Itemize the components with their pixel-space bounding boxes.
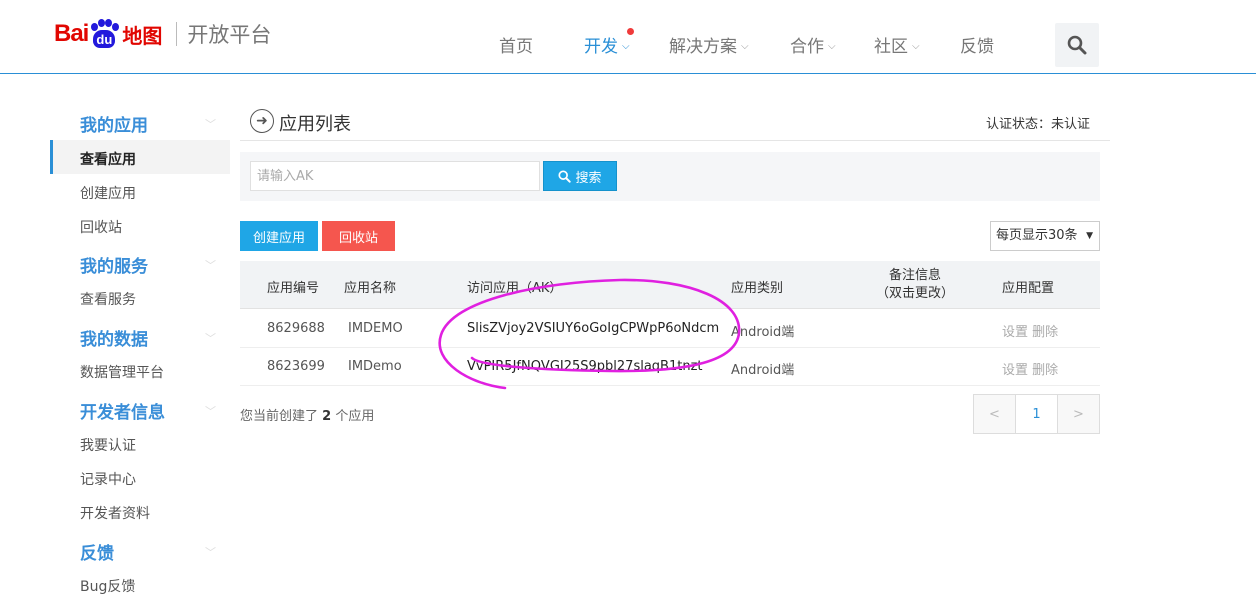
sidebar-active-indicator xyxy=(50,140,230,174)
top-header: Bai du 地图 开放平台 首页 开发 ⌵ 解决方案 ⌵ 合作 ⌵ 社区 ⌵ 反馈 xyxy=(0,0,1256,74)
search-button-label: 搜索 xyxy=(575,170,602,186)
note-header-line2: （双击更改） xyxy=(876,286,955,301)
app-ak: SlisZVjoy2VSIUY6oGoIgCPWpP6oNdcm xyxy=(467,321,720,336)
nav-item-community[interactable]: 社区 ⌵ xyxy=(874,32,920,57)
sidebar-item-create-app[interactable]: 创建应用 xyxy=(80,183,136,203)
chevron-down-icon: ⌵ xyxy=(741,41,749,52)
create-app-button[interactable]: 创建应用 xyxy=(240,221,318,251)
sidebar-group-my-data[interactable]: 我的数据 xyxy=(80,325,148,350)
nav-label: 开发 xyxy=(584,37,618,57)
per-page-select[interactable]: 每页显示30条 ▼ xyxy=(990,221,1100,251)
nav-item-cooperation[interactable]: 合作 ⌵ xyxy=(790,32,836,57)
nav-label: 反馈 xyxy=(960,37,994,57)
certification-status: 认证状态：未认证 xyxy=(985,117,1090,132)
search-icon xyxy=(1067,35,1087,55)
nav-item-develop[interactable]: 开发 ⌵ xyxy=(584,32,630,57)
arrow-right-circle-icon: ➜ xyxy=(250,109,274,133)
app-id: 8629688 xyxy=(267,321,325,336)
nav-item-home[interactable]: 首页 xyxy=(499,32,533,57)
app-list-heading: ➜ 应用列表 认证状态：未认证 xyxy=(240,104,1110,141)
chevron-down-icon: ⌵ xyxy=(622,41,630,52)
sidebar-item-certify[interactable]: 我要认证 xyxy=(80,435,136,455)
nav-label: 合作 xyxy=(790,37,824,57)
note-header-line1: 备注信息 xyxy=(889,268,942,283)
sidebar-item-view-services[interactable]: 查看服务 xyxy=(80,289,136,309)
prev-page-button[interactable]: < xyxy=(974,395,1016,433)
chevron-down-icon[interactable]: ﹀ xyxy=(205,257,216,273)
table-row: 8623699 IMDemo VvPIR5JfNQVGI25S9pbl27sla… xyxy=(240,348,1100,386)
chevron-down-icon[interactable]: ﹀ xyxy=(205,116,216,132)
sidebar-item-recycle-bin[interactable]: 回收站 xyxy=(80,217,122,237)
chevron-down-icon[interactable]: ﹀ xyxy=(205,330,216,346)
app-count: 2 xyxy=(322,409,332,424)
summary-prefix: 您当前创建了 xyxy=(240,409,319,424)
caret-down-icon: ▼ xyxy=(1086,231,1093,241)
app-ak: VvPIR5JfNQVGI25S9pbl27slaqB1tnzt xyxy=(467,359,703,374)
nav-item-solutions[interactable]: 解决方案 ⌵ xyxy=(669,32,749,57)
nav-label: 首页 xyxy=(499,37,533,57)
nav-label: 社区 xyxy=(874,37,908,57)
column-header-config: 应用配置 xyxy=(1002,281,1055,296)
app-id: 8623699 xyxy=(267,359,325,374)
page-title: 应用列表 xyxy=(279,114,351,135)
summary-suffix: 个应用 xyxy=(335,409,375,424)
recycle-bin-button[interactable]: 回收站 xyxy=(322,221,395,251)
logo-du-text: du xyxy=(93,30,116,48)
app-name: IMDemo xyxy=(348,359,402,374)
column-header-type: 应用类别 xyxy=(731,281,784,296)
app-config: 设置 删除 xyxy=(1002,359,1058,378)
header-search-button[interactable] xyxy=(1055,23,1099,67)
logo-divider xyxy=(176,22,178,46)
settings-link[interactable]: 设置 xyxy=(1002,363,1028,378)
chevron-down-icon: ⌵ xyxy=(828,41,836,52)
delete-link[interactable]: 删除 xyxy=(1032,325,1058,340)
column-header-name: 应用名称 xyxy=(344,281,397,296)
column-header-id: 应用编号 xyxy=(267,281,320,296)
page-number-button[interactable]: 1 xyxy=(1016,395,1058,433)
table-row: 8629688 IMDEMO SlisZVjoy2VSIUY6oGoIgCPWp… xyxy=(240,310,1100,348)
sidebar-item-record-center[interactable]: 记录中心 xyxy=(80,469,136,489)
ak-search-input[interactable] xyxy=(250,161,540,191)
table-header: 应用编号 应用名称 访问应用（AK） 应用类别 备注信息 （双击更改） 应用配置 xyxy=(240,261,1100,309)
paw-logo-icon: du xyxy=(89,19,120,49)
sidebar-item-data-platform[interactable]: 数据管理平台 xyxy=(80,362,164,382)
search-button[interactable]: 搜索 xyxy=(543,161,617,191)
search-icon xyxy=(558,169,572,183)
nav-item-feedback[interactable]: 反馈 xyxy=(960,32,994,57)
nav-label: 解决方案 xyxy=(669,37,737,57)
sidebar-group-my-apps[interactable]: 我的应用 xyxy=(80,111,148,136)
sidebar-item-view-apps[interactable]: 查看应用 xyxy=(80,149,136,169)
chevron-down-icon: ⌵ xyxy=(912,41,920,52)
chevron-down-icon[interactable]: ﹀ xyxy=(205,544,216,560)
app-config: 设置 删除 xyxy=(1002,321,1058,340)
app-count-summary: 您当前创建了 2 个应用 xyxy=(240,405,374,424)
app-type: Android端 xyxy=(731,325,795,340)
column-header-ak: 访问应用（AK） xyxy=(467,281,563,296)
sidebar-item-bug-feedback[interactable]: Bug反馈 xyxy=(80,576,135,596)
logo-map-text: 地图 xyxy=(122,23,163,48)
sidebar-group-my-services[interactable]: 我的服务 xyxy=(80,252,148,277)
settings-link[interactable]: 设置 xyxy=(1002,325,1028,340)
logo-bai-text: Bai xyxy=(54,20,89,47)
column-header-note: 备注信息 （双击更改） xyxy=(876,267,954,303)
app-type: Android端 xyxy=(731,363,795,378)
baidu-map-logo[interactable]: Bai du 地图 开放平台 xyxy=(54,14,271,54)
chevron-down-icon[interactable]: ﹀ xyxy=(205,403,216,419)
sidebar-group-feedback[interactable]: 反馈 xyxy=(80,539,114,564)
sidebar-group-developer-info[interactable]: 开发者信息 xyxy=(80,398,165,423)
next-page-button[interactable]: > xyxy=(1058,395,1099,433)
pagination: < 1 > xyxy=(973,394,1100,434)
search-panel: 搜索 xyxy=(240,152,1100,201)
per-page-value: 每页显示30条 xyxy=(996,228,1078,243)
app-name: IMDEMO xyxy=(348,321,403,336)
delete-link[interactable]: 删除 xyxy=(1032,363,1058,378)
sidebar-item-developer-profile[interactable]: 开发者资料 xyxy=(80,503,150,523)
logo-title: 开放平台 xyxy=(187,23,272,47)
notification-dot-icon xyxy=(627,28,634,35)
